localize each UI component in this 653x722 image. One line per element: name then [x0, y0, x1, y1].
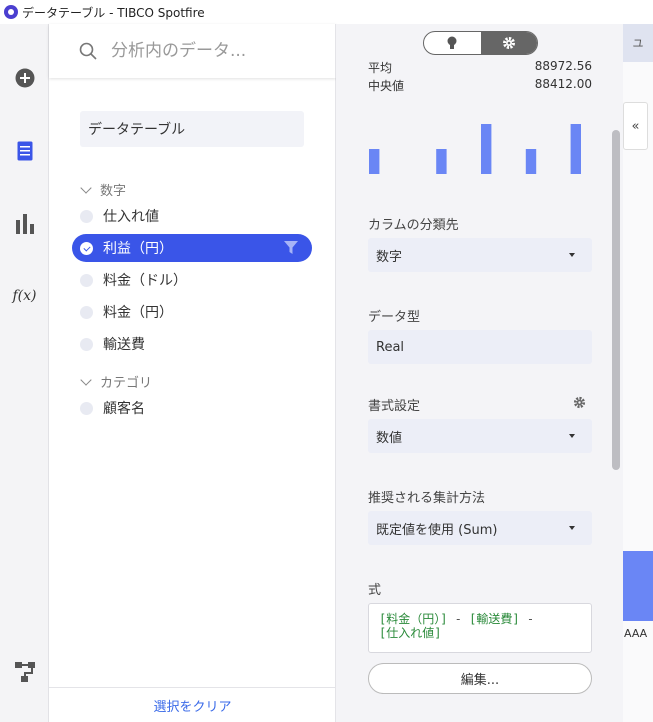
gear-icon [502, 37, 515, 49]
group-header-number[interactable]: 数字 [80, 180, 126, 199]
window-title: データテーブル - TIBCO Spotfire [22, 5, 205, 20]
caret-down-icon [569, 253, 575, 257]
data-type-field: Real [368, 330, 592, 364]
function-icon[interactable]: f(x) [0, 276, 49, 316]
hierarchy-icon[interactable] [0, 652, 49, 692]
data-table-selector[interactable]: データテーブル [80, 111, 304, 147]
histogram-bar [525, 149, 537, 174]
caret-down-icon [569, 526, 575, 530]
radio-icon [80, 337, 93, 351]
add-icon[interactable] [0, 58, 49, 98]
histogram-bar [436, 149, 447, 174]
format-label: 書式設定 [368, 399, 421, 414]
aggregation-dropdown[interactable]: 既定値を使用 (Sum) [368, 511, 592, 545]
chevron-down-icon [80, 373, 92, 386]
left-rail: f(x) [0, 24, 49, 722]
histogram-bar [369, 149, 380, 174]
aggregation-label: 推奨される集計方法 [368, 491, 486, 506]
group-header-category[interactable]: カテゴリ [80, 372, 152, 391]
background-tab[interactable]: ユ [623, 24, 653, 62]
format-dropdown[interactable]: 数値 [368, 419, 592, 453]
data-table-icon[interactable] [0, 131, 49, 171]
lightbulb-icon [447, 36, 457, 49]
column-class-label: カラムの分類先 [368, 218, 459, 233]
panel-mode-toggle [423, 31, 538, 55]
column-item[interactable]: 顧客名 [72, 394, 312, 422]
column-item-selected[interactable]: 利益（円） [72, 234, 312, 262]
format-settings-gear-icon[interactable] [573, 396, 586, 409]
radio-icon [80, 305, 93, 319]
recommendations-tab[interactable] [424, 32, 481, 54]
caret-down-icon [569, 434, 575, 438]
search-bar [49, 24, 336, 78]
column-item[interactable]: 料金（ドル） [72, 266, 312, 294]
value-histogram [369, 124, 581, 174]
settings-tab[interactable] [480, 32, 537, 54]
search-icon [79, 42, 97, 60]
histogram-bar [481, 124, 492, 174]
column-item[interactable]: 料金（円） [72, 298, 312, 326]
filter-icon[interactable] [284, 241, 298, 255]
properties-scrollbar[interactable] [612, 130, 620, 470]
bar-chart-icon[interactable] [0, 204, 49, 244]
column-class-dropdown[interactable]: 数字 [368, 238, 592, 272]
stat-row-mean: 平均 88972.56 [368, 59, 592, 75]
column-item[interactable]: 輸送費 [72, 330, 312, 358]
radio-icon [80, 273, 93, 287]
expression-box: [料金（円）] - [輸送費] - [仕入れ値] [368, 603, 592, 653]
collapse-panel-button[interactable]: « [623, 102, 648, 150]
edit-expression-button[interactable]: 編集... [368, 663, 592, 694]
column-item[interactable]: 仕入れ値 [72, 202, 312, 230]
radio-icon [80, 401, 93, 415]
data-panel: データテーブル 数字 仕入れ値 利益（円） 料金（ドル） 料金（円） 輸送費 カ… [49, 24, 336, 722]
radio-icon [80, 209, 93, 223]
data-type-label: データ型 [368, 310, 421, 325]
histogram-bar [570, 124, 581, 174]
title-bar: データテーブル - TIBCO Spotfire [0, 0, 653, 24]
spotfire-logo-icon [4, 5, 18, 19]
search-input[interactable] [111, 41, 311, 61]
background-axis-label: AAA [624, 627, 648, 640]
check-circle-icon [80, 241, 93, 255]
chevron-down-icon [80, 181, 92, 194]
stat-row-median: 中央値 88412.00 [368, 77, 592, 93]
background-chart-bar [623, 551, 653, 621]
expression-label: 式 [368, 583, 382, 598]
clear-selection-link[interactable]: 選択をクリア [49, 687, 336, 722]
column-properties-panel: 平均 88972.56 中央値 88412.00 カラムの分類先 数字 データ型… [336, 24, 623, 722]
